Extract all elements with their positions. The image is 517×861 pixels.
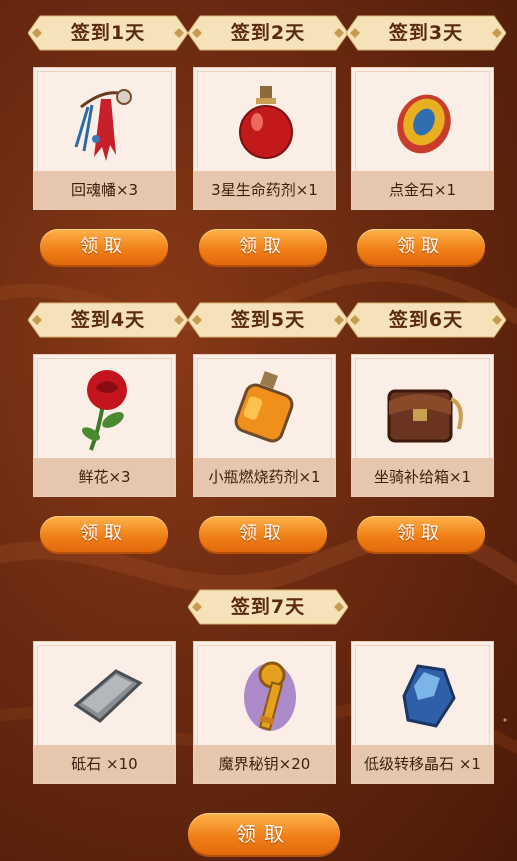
day-5-claim-button[interactable]: 领取: [199, 516, 327, 552]
day-7-claim-button[interactable]: 领取: [188, 813, 340, 855]
row-2: 签到4天 鲜花×3 领取 签到5天 小瓶燃烧药剂×1 领取 签到6天 坐骑补给箱…: [0, 299, 517, 589]
day-3-reward-card: 点金石×1: [351, 67, 494, 210]
day-3-banner: 签到3天: [346, 12, 506, 54]
day-4-claim-button[interactable]: 领取: [40, 516, 168, 552]
day-5-reward-card: 小瓶燃烧药剂×1: [193, 354, 336, 497]
day-5-reward-label: 小瓶燃烧药剂×1: [194, 458, 335, 496]
orange-potion-icon: [198, 359, 333, 459]
day-4-banner-text: 签到4天: [70, 309, 146, 331]
whetstone-icon: [38, 646, 173, 746]
day-2-claim-button[interactable]: 领取: [199, 229, 327, 265]
day-2-reward-card: 3星生命药剂×1: [193, 67, 336, 210]
day-7-reward-card-3: 低级转移晶石 ×1: [351, 641, 494, 784]
blue-crystal-icon: [356, 646, 491, 746]
day-2-banner: 签到2天: [188, 12, 348, 54]
row-1: 签到1天 回魂幡×3 领取 签到2天 3星生命药剂×1 领取 签到3天 点金石×…: [0, 12, 517, 302]
day-5-banner-text: 签到5天: [230, 309, 306, 331]
day-7-banner-text: 签到7天: [230, 596, 306, 618]
day-6-claim-button[interactable]: 领取: [357, 516, 485, 552]
day-7-reward-label-2: 魔界秘钥×20: [194, 745, 335, 783]
day-2-banner-text: 签到2天: [230, 22, 306, 44]
day-6-reward-card: 坐骑补给箱×1: [351, 354, 494, 497]
day-1-reward-card: 回魂幡×3: [33, 67, 176, 210]
day-5-banner: 签到5天: [188, 299, 348, 341]
day-6-reward-label: 坐骑补给箱×1: [352, 458, 493, 496]
day-1-reward-label: 回魂幡×3: [34, 171, 175, 209]
day-4-reward-label: 鲜花×3: [34, 458, 175, 496]
saddle-bag-icon: [356, 359, 491, 459]
day-4-reward-card: 鲜花×3: [33, 354, 176, 497]
day-7-banner: 签到7天: [188, 586, 348, 628]
golden-stone-icon: [356, 72, 491, 172]
day-7-reward-card-1: 砥石 ×10: [33, 641, 176, 784]
red-potion-icon: [198, 72, 333, 172]
day-6-banner: 签到6天: [346, 299, 506, 341]
day-1-banner-text: 签到1天: [70, 22, 146, 44]
banner-charm-icon: [38, 72, 173, 172]
day-3-claim-button[interactable]: 领取: [357, 229, 485, 265]
day-7-reward-card-2: 魔界秘钥×20: [193, 641, 336, 784]
demon-key-icon: [198, 646, 333, 746]
day-2-reward-label: 3星生命药剂×1: [194, 171, 335, 209]
day-4-banner: 签到4天: [28, 299, 188, 341]
day-7-reward-label-1: 砥石 ×10: [34, 745, 175, 783]
day-7-reward-label-3: 低级转移晶石 ×1: [352, 745, 493, 783]
day-6-banner-text: 签到6天: [388, 309, 464, 331]
rose-icon: [38, 359, 173, 459]
day-1-banner: 签到1天: [28, 12, 188, 54]
day-3-reward-label: 点金石×1: [352, 171, 493, 209]
day-1-claim-button[interactable]: 领取: [40, 229, 168, 265]
day-3-banner-text: 签到3天: [388, 22, 464, 44]
